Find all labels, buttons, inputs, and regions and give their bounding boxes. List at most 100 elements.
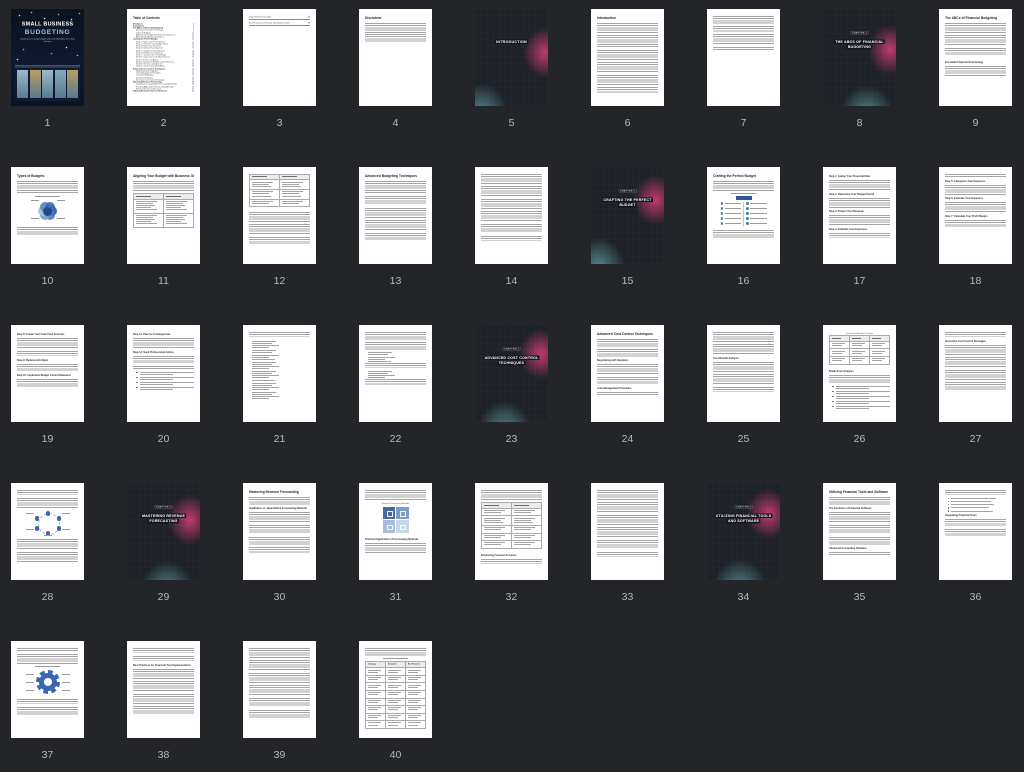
page-thumbnail-4[interactable]: Disclaimer	[359, 9, 432, 106]
paragraph-lines	[249, 512, 310, 522]
page-thumbnail-35[interactable]: Utilizing Financial Tools and SoftwareTh…	[823, 483, 896, 580]
quadrant-glyph-icon	[400, 525, 406, 531]
page-thumbnail-31[interactable]: Revenue Forecasting MethodsPractical App…	[359, 483, 432, 580]
quadrant-glyph-icon	[387, 525, 393, 531]
paragraph-lines	[17, 552, 78, 562]
quadrant-glyph-icon	[400, 511, 406, 517]
page-thumbnail-40[interactable]: CategoryExamplesKey Features	[359, 641, 432, 738]
page-cell: CHAPTER 5UTILIZING FINANCIAL TOOLS AND S…	[707, 483, 780, 613]
page-thumbnail-17[interactable]: Step 1: Gather Your Financial DataStep 2…	[823, 167, 896, 264]
page-thumbnail-38[interactable]: Best Practices for Financial Tool Implem…	[127, 641, 200, 738]
page-thumbnail-30[interactable]: Mastering Revenue ForecastingQualitative…	[243, 483, 316, 580]
paragraph-lines	[133, 669, 194, 679]
section-heading: Practical Application of Forecasting Met…	[365, 538, 426, 542]
page-thumbnail-1[interactable]: SMALL BUSINESSBUDGETINGExpert tips to ma…	[11, 9, 84, 106]
page-thumbnail-37[interactable]	[11, 641, 84, 738]
page-thumbnail-3[interactable]: Integrating Financial Tools36Best Practi…	[243, 9, 316, 106]
page-thumbnail-23[interactable]: CHAPTER 3ADVANCED COST CONTROL TECHNIQUE…	[475, 325, 548, 422]
page-thumbnail-25[interactable]: Cost-Benefit Analysis	[707, 325, 780, 422]
page-number-label: 20	[127, 422, 200, 455]
page-thumbnail-8[interactable]: CHAPTER 1THE ABCS OF FINANCIAL BUDGETING	[823, 9, 896, 106]
page-thumbnail-39[interactable]	[243, 641, 316, 738]
paragraph-lines	[829, 198, 890, 208]
page-cell: 33	[591, 483, 664, 613]
paragraph-lines	[829, 375, 890, 383]
page-number-label: 7	[707, 106, 780, 139]
page-thumbnail-18[interactable]: Step 5: Categorize Your ExpensesStep 6: …	[939, 167, 1012, 264]
page-thumbnail-15[interactable]: CHAPTER 2CRAFTING THE PERFECT BUDGET	[591, 167, 664, 264]
page-cell: The ABCs of Financial BudgetingEssential…	[939, 9, 1012, 139]
page-thumbnail-20[interactable]: Step 11: Plan for ContingenciesStep 12: …	[127, 325, 200, 422]
page-number-label: 27	[939, 422, 1012, 455]
page-thumbnail-2[interactable]: Table of ContentsDisclaimer4Introduction…	[127, 9, 200, 106]
paragraph-lines	[249, 237, 310, 245]
page-content	[249, 648, 310, 732]
page-content: Advanced Budgeting Techniques	[365, 174, 426, 258]
section-heading: Cost-Benefit Analysis	[713, 357, 774, 361]
diagram-quadrant	[383, 507, 409, 533]
page-thumbnail-34[interactable]: CHAPTER 5UTILIZING FINANCIAL TOOLS AND S…	[707, 483, 780, 580]
page-thumbnail-9[interactable]: The ABCs of Financial BudgetingEssential…	[939, 9, 1012, 106]
list-icon	[721, 222, 724, 225]
page-cell: 28	[11, 483, 84, 613]
paragraph-lines	[481, 186, 542, 196]
paragraph-lines	[597, 349, 658, 357]
list-lines	[249, 383, 310, 390]
paragraph-lines	[17, 654, 78, 664]
page-thumbnail-16[interactable]: Crafting the Perfect Budget	[707, 167, 780, 264]
page-thumbnail-21[interactable]	[243, 325, 316, 422]
page-thumbnail-32[interactable]: Enhancing Forecast Accuracy	[475, 483, 548, 580]
paragraph-lines	[133, 338, 194, 348]
page-cell: 37	[11, 641, 84, 771]
page-content: Utilizing Financial Tools and SoftwareTh…	[829, 490, 890, 574]
page-number-label: 8	[823, 106, 896, 139]
section-heading: Step 10: Implement Budget Control Measur…	[17, 374, 78, 378]
page-content: Cost-Benefit Analysis ExampleBreak-Even …	[829, 332, 890, 416]
page-thumbnail-22[interactable]	[359, 325, 432, 422]
paragraph-lines	[481, 490, 542, 500]
page-thumbnail-28[interactable]	[11, 483, 84, 580]
page-cell: Integrating Financial Tools 36	[939, 483, 1012, 613]
list-lines	[249, 341, 310, 348]
page-thumbnail-36[interactable]: Integrating Financial Tools	[939, 483, 1012, 580]
page-thumbnail-13[interactable]: Advanced Budgeting Techniques	[359, 167, 432, 264]
page-thumbnail-19[interactable]: Step 8: Create Your Cash Flow ForecastSt…	[11, 325, 84, 422]
page-thumbnail-14[interactable]	[475, 167, 548, 264]
page-thumbnail-5[interactable]: INTRODUCTION	[475, 9, 548, 106]
book-title-line1: SMALL BUSINESS	[11, 21, 84, 28]
page-cell: CHAPTER 2CRAFTING THE PERFECT BUDGET 15	[591, 167, 664, 297]
page-thumbnail-11[interactable]: Aligning Your Budget with Business Objec…	[127, 167, 200, 264]
paragraph-lines	[481, 559, 542, 564]
quadrant-cell	[396, 520, 409, 533]
page-number-label: 24	[591, 422, 664, 455]
page-thumbnail-10[interactable]: Types of Budgets	[11, 167, 84, 264]
page-thumbnail-7[interactable]	[707, 9, 780, 106]
paragraph-lines	[133, 681, 194, 691]
page-thumbnail-33[interactable]	[591, 483, 664, 580]
page-thumbnail-27[interactable]: Innovative Cost Control Strategies	[939, 325, 1012, 422]
section-heading: Step 1: Gather Your Financial Data	[829, 175, 890, 179]
page-number-label: 12	[243, 264, 316, 297]
paragraph-lines	[597, 62, 658, 72]
page-content: Types of Budgets	[17, 174, 78, 258]
paragraph-lines	[17, 338, 78, 348]
page-thumbnail-6[interactable]: Introduction	[591, 9, 664, 106]
page-content: Step 11: Plan for ContingenciesStep 12: …	[133, 332, 194, 416]
figure-caption	[731, 193, 757, 194]
page-number-label: 16	[707, 264, 780, 297]
section-heading: Step 7: Calculate Your Profit Margin	[945, 215, 1006, 219]
page-thumbnail-26[interactable]: Cost-Benefit Analysis ExampleBreak-Even …	[823, 325, 896, 422]
paragraph-lines	[249, 224, 310, 234]
cycle-node	[57, 516, 62, 521]
paragraph-lines	[133, 694, 194, 704]
paragraph-lines	[597, 50, 658, 60]
page-cell: Integrating Financial Tools36Best Practi…	[243, 9, 316, 139]
page-content: Revenue Forecasting MethodsPractical App…	[365, 490, 426, 574]
page-thumbnail-24[interactable]: Advanced Cost Control TechniquesNegotiat…	[591, 325, 664, 422]
page-thumbnail-29[interactable]: CHAPTER 4MASTERING REVENUE FORECASTING	[127, 483, 200, 580]
paragraph-lines	[17, 227, 78, 235]
page-cell: Types of Budgets 10	[11, 167, 84, 297]
page-thumbnail-12[interactable]	[243, 167, 316, 264]
paragraph-lines	[829, 180, 890, 190]
page-cell: Step 5: Categorize Your ExpensesStep 6: …	[939, 167, 1012, 297]
